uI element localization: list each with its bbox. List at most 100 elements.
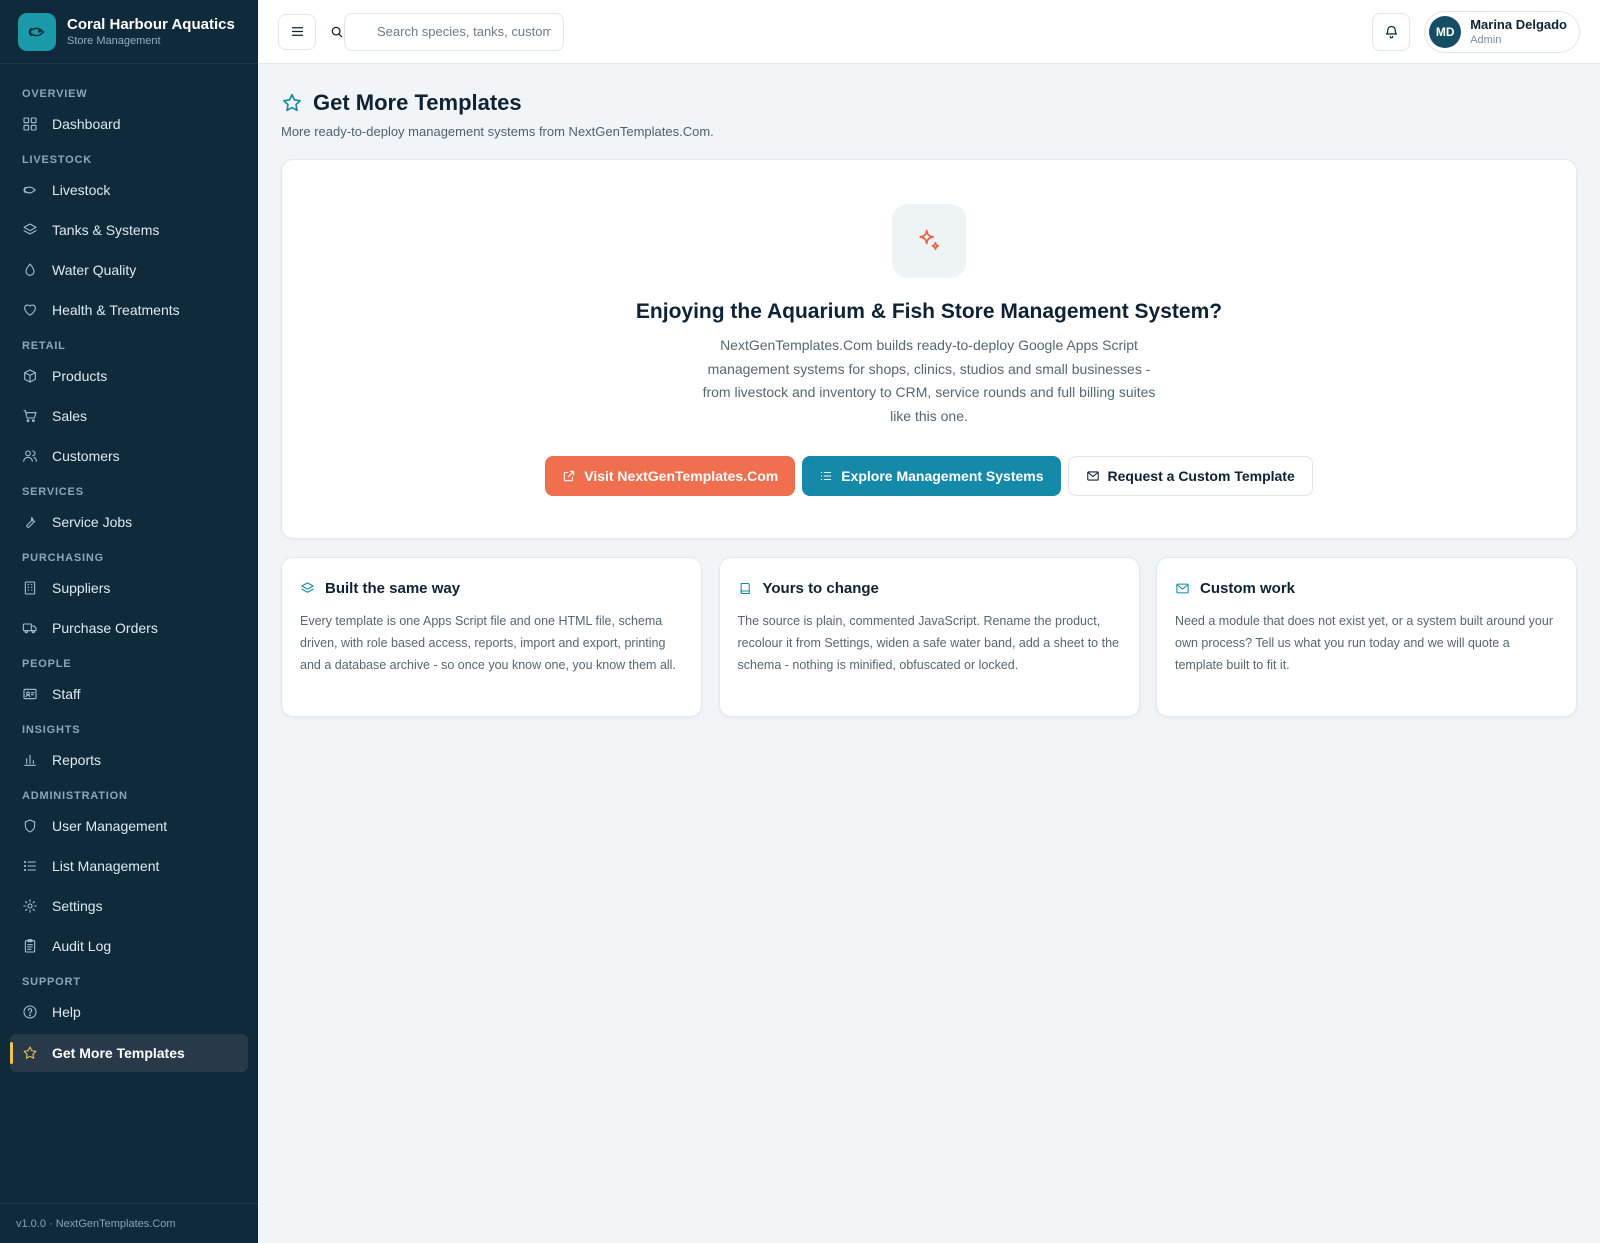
explore-systems-label: Explore Management Systems [841,468,1044,484]
card-text: Need a module that does not exist yet, o… [1175,614,1553,672]
hamburger-icon [291,27,303,36]
sidebar-item-livestock[interactable]: Livestock [0,170,258,210]
sidebar-item-list-management[interactable]: List Management [0,846,258,886]
search-input[interactable] [344,12,564,51]
mail-icon [1086,471,1099,481]
notifications-button[interactable] [1372,12,1411,51]
nav-section-insights: INSIGHTS [22,724,81,736]
user-menu[interactable]: MD Marina Delgado Admin [1424,10,1580,53]
feature-card: Built the same way Every template is one… [281,557,702,717]
box-icon [24,369,36,383]
sidebar-item-water-quality[interactable]: Water Quality [0,250,258,290]
book-icon [740,582,750,594]
sidebar-item-suppliers[interactable]: Suppliers [0,568,258,608]
sidebar-item-label: Products [52,368,108,384]
request-template-button[interactable]: Request a Custom Template [1067,456,1313,496]
list-icon [821,471,832,481]
external-link-icon [564,470,575,482]
nav-section-support: SUPPORT [22,976,81,988]
sidebar-item-help[interactable]: Help [0,992,258,1032]
card-header: Custom work [1175,578,1558,598]
sidebar-item-label: Staff [52,686,81,702]
shield-icon [24,819,36,833]
sidebar-item-label: Audit Log [52,938,112,954]
visit-site-label: Visit NextGenTemplates.Com [584,468,779,484]
sidebar-item-service-jobs[interactable]: Service Jobs [0,502,258,542]
card-header: Built the same way [300,578,683,598]
feature-card: Yours to change The source is plain, com… [718,557,1140,717]
sidebar-item-label: Settings [52,898,103,914]
cart-icon [23,410,37,423]
nav-section-services: SERVICES [22,486,84,498]
gear-icon [23,899,37,913]
feature-card: Custom work Need a module that does not … [1156,557,1577,717]
sidebar-item-get-more-templates[interactable]: Get More Templates [10,1034,248,1072]
star-icon [283,93,301,112]
nav-section-administration: ADMINISTRATION [22,790,128,802]
sidebar-item-label: Customers [52,448,120,464]
sidebar: Coral Harbour Aquatics Store Management … [0,0,258,1243]
hero-title: Enjoying the Aquarium & Fish Store Manag… [635,300,1223,323]
clipboard-icon [24,939,36,953]
sidebar-item-tanks[interactable]: Tanks & Systems [0,210,258,250]
star-icon [23,1046,37,1059]
truck-icon [22,623,37,634]
avatar: MD [1429,15,1462,48]
hero-description: NextGenTemplates.Com builds ready-to-dep… [702,337,1156,424]
feature-cards: Built the same way Every template is one… [281,557,1577,717]
nav-section-retail: RETAIL [22,340,66,352]
card-header: Yours to change [738,578,1121,598]
sidebar-item-staff[interactable]: Staff [0,674,258,714]
sidebar-item-products[interactable]: Products [0,356,258,396]
sidebar-item-dashboard[interactable]: Dashboard [0,104,258,144]
nav-section-livestock: LIVESTOCK [22,154,92,166]
users-icon [23,450,37,462]
sidebar-item-reports[interactable]: Reports [0,740,258,780]
sidebar-item-label: Dashboard [52,116,121,132]
sidebar-nav: OVERVIEW Dashboard LIVESTOCK Livestock T… [0,64,258,1072]
page-title: Get More Templates [313,90,522,115]
wrench-icon [26,517,36,528]
sidebar-item-user-management[interactable]: User Management [0,806,258,846]
user-role: Admin [1470,33,1502,46]
fish-icon [23,186,36,194]
sidebar-item-settings[interactable]: Settings [0,886,258,926]
hero-card: Enjoying the Aquarium & Fish Store Manag… [281,159,1577,539]
grid-icon [23,117,37,131]
request-template-label: Request a Custom Template [1107,468,1295,484]
sidebar-item-label: Get More Templates [52,1045,185,1061]
heart-icon [24,304,36,316]
card-title: Built the same way [325,579,461,597]
sidebar-item-audit-log[interactable]: Audit Log [0,926,258,966]
page-header: Get More Templates [281,88,1577,118]
sidebar-item-label: Suppliers [52,580,111,596]
sidebar-item-purchase-orders[interactable]: Purchase Orders [0,608,258,648]
brand[interactable]: Coral Harbour Aquatics Store Management [0,0,258,64]
sidebar-item-label: Water Quality [52,262,137,278]
sidebar-item-label: Tanks & Systems [52,222,160,238]
building-icon [24,581,36,595]
fish-logo-icon [18,12,56,51]
sidebar-item-label: Sales [52,408,88,424]
layers-icon [23,223,37,235]
list-icon [23,860,36,872]
sidebar-item-health[interactable]: Health & Treatments [0,290,258,330]
search-icon [331,26,343,37]
visit-site-button[interactable]: Visit NextGenTemplates.Com [545,456,796,496]
sidebar-item-customers[interactable]: Customers [0,436,258,476]
sidebar-item-label: Service Jobs [52,514,133,530]
brand-title: Coral Harbour Aquatics [67,15,235,33]
droplet-icon [25,263,35,276]
mail-icon [1176,583,1189,593]
id-card-icon [23,688,37,700]
menu-toggle-button[interactable] [278,13,316,50]
brand-subtitle: Store Management [67,34,161,47]
sidebar-item-label: Purchase Orders [52,620,158,636]
topbar: MD Marina Delgado Admin [258,0,1600,64]
bell-icon [1385,25,1397,39]
help-circle-icon [23,1005,37,1019]
sidebar-item-sales[interactable]: Sales [0,396,258,436]
explore-systems-button[interactable]: Explore Management Systems [802,456,1061,496]
user-name: Marina Delgado [1470,16,1567,32]
search-wrapper [330,12,564,51]
